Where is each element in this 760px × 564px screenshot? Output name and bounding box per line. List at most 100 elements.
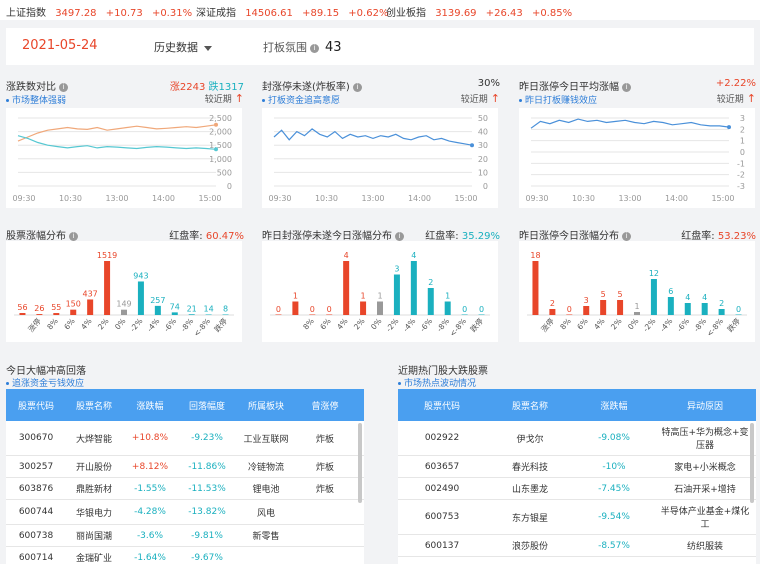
- table-cell: -4.28%: [134, 507, 166, 517]
- bar: [205, 314, 212, 315]
- arrow-up-icon: ↑: [234, 92, 244, 105]
- y-tick-label: 1,000: [209, 155, 232, 164]
- table-row[interactable]: 600137 浪莎股份 -8.57% 纺织服装: [398, 535, 756, 557]
- info-icon[interactable]: i: [310, 43, 319, 53]
- x-tick-label: -2%: [384, 317, 400, 334]
- bar-label: 74: [170, 302, 180, 311]
- panel-sub-yest-limit[interactable]: 昨日打板赚钱效应: [519, 93, 597, 106]
- ticker-sz[interactable]: 深证成指 14506.61 +89.15 +0.62%: [196, 4, 394, 19]
- panel-sub-seal-fail[interactable]: 打板资金追高意愿: [262, 93, 340, 106]
- column-header[interactable]: 涨跌幅: [122, 399, 178, 412]
- dist-bar-svg: 56 26 55 150437 1519 149 943 257 74 21 14 8 涨停 8% 6% 4%…: [14, 251, 234, 338]
- bar: [36, 314, 43, 315]
- right-table-sub[interactable]: 市场热点波动情况: [398, 376, 476, 389]
- bar: [326, 314, 333, 315]
- table-row[interactable]: 300257 开山股份 +8.12% -11.86% 冷链物流 炸板: [6, 456, 364, 478]
- bar: [292, 301, 299, 315]
- red-rate-yest-limit: 红盘率: 53.23%: [681, 227, 756, 242]
- x-tick-label: 6%: [62, 317, 77, 332]
- bar: [566, 314, 573, 315]
- bullet-icon: [398, 382, 401, 385]
- table-row[interactable]: 600744 华银电力 -4.28% -13.82% 风电: [6, 500, 364, 525]
- bar: [222, 314, 229, 315]
- dist-title-yest-limit: 昨日涨停今日涨幅分布 i: [519, 227, 631, 242]
- panel-sub-updown[interactable]: 市场整体强弱: [6, 93, 66, 106]
- info-icon[interactable]: i: [59, 82, 68, 92]
- mood-indicator: 打板氛围 i 43: [263, 39, 342, 55]
- up-count: 涨2243: [169, 82, 206, 93]
- table-cell: 华银电力: [75, 508, 112, 519]
- bar: [718, 309, 725, 315]
- column-header[interactable]: 回落幅度: [178, 399, 236, 412]
- ticker-sh[interactable]: 上证指数 3497.28 +10.73 +0.31%: [6, 4, 198, 19]
- y-tick-label: 0: [483, 182, 488, 191]
- table-cell: 山东墨龙: [511, 485, 548, 495]
- table-row[interactable]: 002490 山东墨龙 -7.45% 石油开采+增持: [398, 478, 756, 500]
- table-scrollbar[interactable]: [750, 423, 754, 503]
- bar-label: 5: [618, 290, 623, 299]
- table-cell: 002922: [424, 433, 460, 443]
- table-row[interactable]: 603657 春光科技 -10% 家电+小米概念: [398, 456, 756, 478]
- table-scrollbar[interactable]: [358, 423, 362, 503]
- bar-label: 8: [223, 305, 228, 314]
- bullet-icon: [6, 382, 9, 385]
- panel-title-seal-fail: 封涨停未遂(炸板率) i: [262, 78, 362, 93]
- bar: [137, 281, 144, 315]
- bar-label: 257: [150, 296, 165, 305]
- ticker-change: +10.73: [105, 8, 143, 19]
- x-tick-label: -2%: [128, 317, 144, 334]
- column-header[interactable]: 股票名称: [486, 399, 574, 412]
- column-header[interactable]: 股票代码: [6, 399, 66, 412]
- ticker-price: 14506.61: [245, 8, 293, 19]
- bar: [444, 301, 451, 315]
- column-header[interactable]: 涨跌幅: [574, 399, 654, 412]
- table-row[interactable]: 603876 鼎胜新材 -1.55% -11.53% 锂电池 炸板: [6, 478, 364, 500]
- series-line: [17, 124, 217, 142]
- bar: [617, 300, 624, 315]
- table-row[interactable]: 600753 东方银星 -9.54% 半导体产业基金+煤化工: [398, 500, 756, 535]
- bar-label: 0: [310, 305, 315, 314]
- table-cell: 金瑞矿业: [75, 554, 112, 564]
- bar-label: 14: [204, 305, 214, 314]
- table-row[interactable]: 300670 大烨智能 +10.8% -9.23% 工业互联网 炸板: [6, 421, 364, 456]
- date-toolbar: 2021-05-24 历史数据 打板氛围 i 43: [6, 28, 754, 65]
- table-cell: 600738: [18, 530, 54, 541]
- x-tick-label: 15:00: [711, 194, 734, 203]
- info-icon[interactable]: i: [395, 231, 404, 241]
- column-header[interactable]: 所属板块: [236, 399, 296, 412]
- ticker-name: 创业板指: [386, 8, 426, 19]
- bar-label: 5: [601, 290, 606, 299]
- table-cell: -11.86%: [188, 461, 226, 472]
- table-cell: 鼎胜新材: [75, 485, 112, 495]
- table-cell: 603876: [18, 483, 54, 494]
- info-icon[interactable]: i: [69, 231, 78, 241]
- bar-label: 3: [584, 296, 589, 305]
- bullet-icon: [6, 99, 9, 102]
- current-date[interactable]: 2021-05-24: [22, 38, 98, 53]
- table-row[interactable]: 600714 金瑞矿业 -1.64% -9.67%: [6, 547, 364, 564]
- column-header[interactable]: 股票名称: [66, 399, 122, 412]
- x-tick-label: 09:30: [12, 194, 35, 203]
- history-dropdown[interactable]: 历史数据: [154, 39, 212, 55]
- x-tick-label: 09:30: [525, 194, 548, 203]
- table-cell: 东方银星: [511, 513, 548, 524]
- left-table-sub[interactable]: 追涨资金亏钱效应: [6, 376, 84, 389]
- table-cell: 伊戈尔: [516, 434, 544, 445]
- table-row[interactable]: 002922 伊戈尔 -9.08% 特高压+华为概念+变压器: [398, 421, 756, 456]
- bar-label: 150: [66, 300, 81, 309]
- bar-label: 3: [394, 265, 399, 274]
- x-tick-label: 8%: [558, 317, 573, 332]
- column-header[interactable]: 异动原因: [654, 399, 756, 412]
- x-tick-label: 4%: [592, 317, 607, 332]
- table-cell: 浪莎股份: [511, 542, 548, 552]
- column-header[interactable]: 曾涨停: [296, 399, 354, 412]
- info-icon[interactable]: i: [622, 231, 631, 241]
- column-header[interactable]: 股票代码: [398, 399, 486, 412]
- info-icon[interactable]: i: [622, 82, 631, 92]
- bar-label: 437: [83, 289, 98, 298]
- table-cell: 300670: [18, 433, 54, 443]
- table-row[interactable]: 600738 丽尚国潮 -3.6% -9.81% 新零售: [6, 525, 364, 547]
- ticker-cyb[interactable]: 创业板指 3139.69 +26.43 +0.85%: [386, 4, 578, 19]
- info-icon[interactable]: i: [352, 82, 362, 92]
- table-cell: -9.67%: [191, 552, 223, 563]
